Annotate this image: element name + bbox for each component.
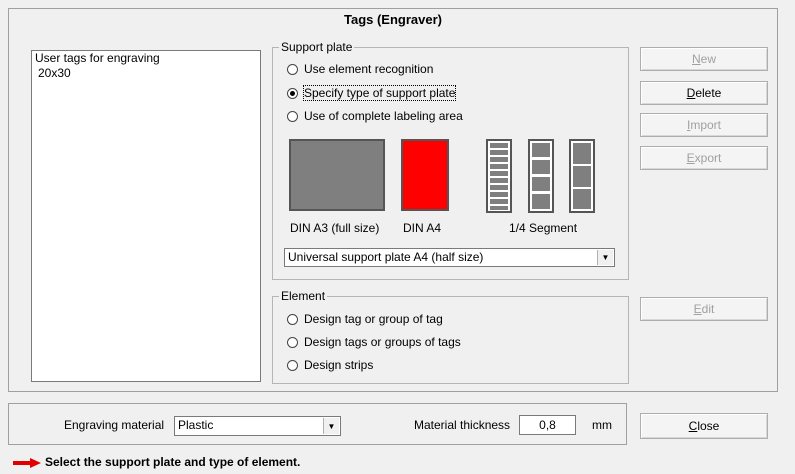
radio-design-tag[interactable]: Design tag or group of tag [287,311,443,327]
chevron-down-icon[interactable]: ▼ [597,250,613,265]
segment-caption: 1/4 Segment [509,221,578,235]
dropdown-value: Universal support plate A4 (half size) [288,250,484,264]
import-button[interactable]: Import [640,113,768,137]
radio-button-selected[interactable] [287,87,298,99]
radio-button[interactable] [287,336,298,348]
close-button[interactable]: Close [640,413,768,439]
status-message: Select the support plate and type of ele… [45,455,301,469]
edit-button[interactable]: Edit [640,297,768,321]
plate-a3-caption: DIN A3 (full size) [290,221,380,235]
radio-button[interactable] [287,110,298,122]
radio-design-strips[interactable]: Design strips [287,357,373,373]
radio-complete-labeling-area[interactable]: Use of complete labeling area [287,108,463,124]
user-tags-list[interactable] [31,50,261,382]
window-title: Tags (Engraver) [343,12,442,27]
list-item[interactable]: 20x30 [34,66,75,80]
segment-strip-wide[interactable] [569,139,595,213]
list-header: User tags for engraving [35,51,160,65]
delete-button[interactable]: Delete [640,81,768,105]
radio-button[interactable] [287,63,298,75]
plate-a3-image[interactable] [289,139,385,211]
radio-label: Specify type of support plate [302,85,457,101]
engraving-material-label: Engraving material [64,418,165,432]
radio-button[interactable] [287,359,298,371]
radio-button[interactable] [287,313,298,325]
radio-label: Use element recognition [304,62,434,76]
engraving-material-dropdown[interactable]: Plastic ▼ [174,416,341,436]
radio-label: Design strips [304,358,374,372]
support-plate-label: Support plate [279,40,355,54]
material-thickness-input[interactable]: 0,8 [519,415,576,435]
plate-a4-caption: DIN A4 [403,221,442,235]
support-plate-dropdown[interactable]: Universal support plate A4 (half size) ▼ [284,248,615,267]
export-button[interactable]: Export [640,146,768,170]
element-label: Element [279,289,328,303]
dropdown-value: Plastic [178,418,214,432]
plate-a4-image[interactable] [401,139,449,211]
arrow-right-icon [13,458,41,468]
radio-label: Design tags or groups of tags [304,335,461,349]
unit-label: mm [592,418,612,432]
material-thickness-label: Material thickness [414,418,511,432]
chevron-down-icon[interactable]: ▼ [323,418,339,434]
radio-design-tags-groups[interactable]: Design tags or groups of tags [287,334,461,350]
radio-element-recognition[interactable]: Use element recognition [287,61,433,77]
segment-strip-fine[interactable] [486,139,512,213]
radio-label: Design tag or group of tag [304,312,443,326]
new-button[interactable]: New [640,47,768,71]
radio-specify-plate-type[interactable]: Specify type of support plate [287,85,457,101]
radio-label: Use of complete labeling area [304,109,463,123]
segment-strip-medium[interactable] [528,139,554,213]
